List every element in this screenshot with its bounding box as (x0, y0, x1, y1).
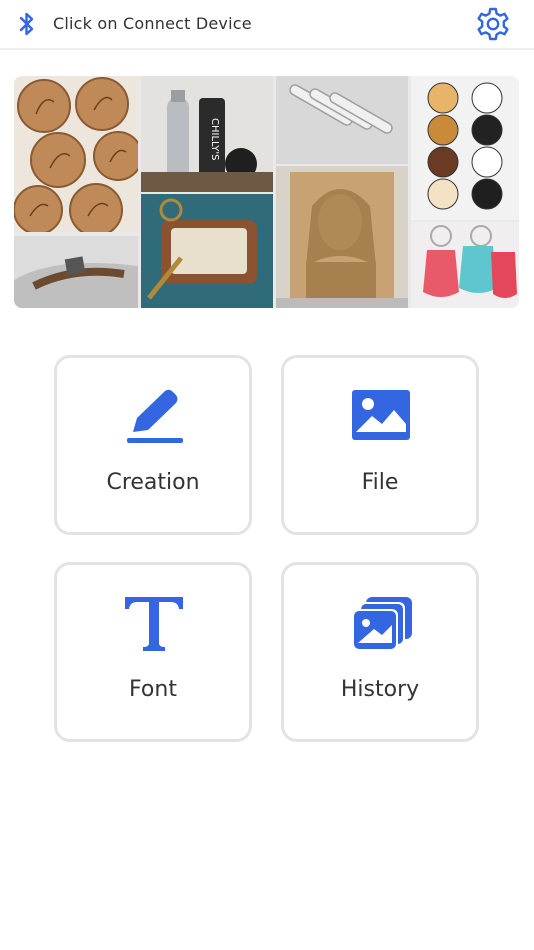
connect-device-label[interactable]: Click on Connect Device (53, 14, 252, 33)
engraved-wood-portrait-image (276, 166, 408, 308)
printed-acrylic-keychains-image (411, 222, 519, 308)
engraved-wood-coasters-image (14, 76, 138, 232)
engraved-bracelets-image (276, 76, 408, 164)
printed-pin-buttons-image (411, 76, 519, 220)
engraved-leather-keychain-image (141, 194, 273, 308)
pencil-icon (127, 389, 183, 443)
file-card[interactable]: File (281, 355, 479, 535)
font-label: Font (129, 677, 177, 702)
bottle-brand-text: CHILLY'S (209, 118, 220, 160)
engraved-metal-tag-image (14, 236, 138, 308)
gallery-stack-icon (352, 597, 412, 651)
engraved-bottle-image: CHILLY'S (141, 76, 273, 192)
product-banner[interactable]: CHILLY'S (14, 76, 519, 308)
font-card[interactable]: Font (54, 562, 252, 742)
history-label: History (340, 677, 420, 702)
creation-label: Creation (106, 470, 200, 495)
font-t-icon (125, 597, 183, 651)
history-card[interactable]: History (281, 562, 479, 742)
bluetooth-icon[interactable] (17, 11, 37, 37)
file-label: File (361, 470, 399, 495)
image-icon (352, 390, 410, 440)
creation-card[interactable]: Creation (54, 355, 252, 535)
top-bar: Click on Connect Device (0, 0, 534, 50)
gear-icon[interactable] (474, 5, 512, 43)
